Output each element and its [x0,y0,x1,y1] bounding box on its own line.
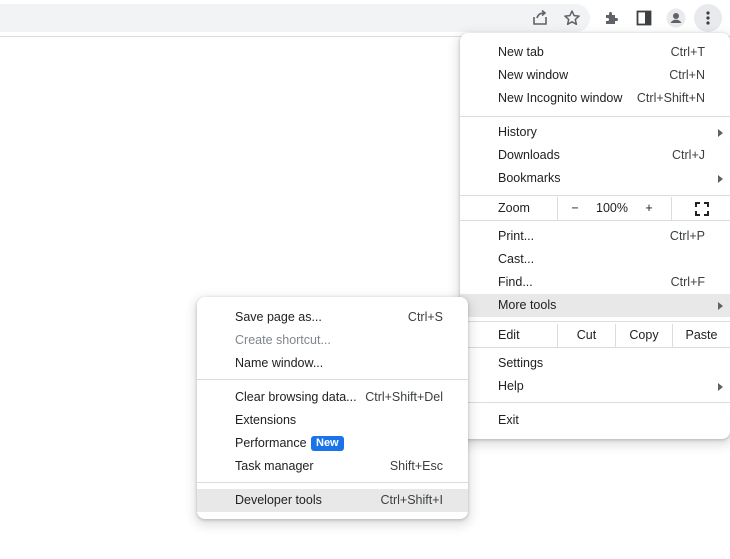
menu-item-more-tools[interactable]: More tools [460,294,730,317]
menu-item-performance[interactable]: Performance New [197,432,468,455]
menu-item-print[interactable]: Print... Ctrl+P [460,225,730,248]
new-window-label: New window [498,68,569,82]
menu-item-extensions[interactable]: Extensions [197,409,468,432]
find-shortcut: Ctrl+F [670,275,705,289]
edit-label: Edit [498,328,520,342]
history-label: History [498,125,537,139]
address-bar[interactable] [0,4,590,32]
browser-toolbar [0,0,730,36]
more-tools-label: More tools [498,298,557,312]
settings-label: Settings [498,356,544,370]
chrome-main-menu: New tab Ctrl+T New window Ctrl+N New Inc… [460,33,730,439]
new-incognito-label: New Incognito window [498,91,623,105]
profile-avatar-icon[interactable] [664,6,688,30]
new-incognito-shortcut: Ctrl+Shift+N [636,91,705,105]
menu-item-new-window[interactable]: New window Ctrl+N [460,64,730,87]
menu-item-save-page-as[interactable]: Save page as... Ctrl+S [197,306,468,329]
submenu-arrow-icon [718,175,723,183]
menu-separator [460,347,730,348]
extensions-puzzle-icon[interactable] [600,6,624,30]
submenu-arrow-icon [718,383,723,391]
developer-tools-label: Developer tools [235,493,322,507]
menu-separator [460,321,730,322]
menu-separator [460,116,730,117]
new-badge: New [311,436,344,451]
menu-item-new-tab[interactable]: New tab Ctrl+T [460,41,730,64]
menu-item-edit: Edit Cut Copy Paste [460,324,730,347]
more-menu-kebab-icon[interactable] [694,4,722,32]
downloads-shortcut: Ctrl+J [672,148,705,162]
menu-item-history[interactable]: History [460,121,730,144]
zoom-out-button[interactable]: − [560,197,590,220]
menu-item-new-incognito-window[interactable]: New Incognito window Ctrl+Shift+N [460,87,730,110]
more-tools-submenu: Save page as... Ctrl+S Create shortcut..… [197,297,468,519]
menu-item-cast[interactable]: Cast... [460,248,730,271]
name-window-label: Name window... [235,356,324,370]
create-shortcut-label: Create shortcut... [235,333,331,347]
menu-item-find[interactable]: Find... Ctrl+F [460,271,730,294]
menu-item-exit[interactable]: Exit [460,409,730,432]
task-manager-shortcut: Shift+Esc [389,459,443,473]
cut-button[interactable]: Cut [558,324,615,347]
zoom-divider [671,197,672,220]
menu-item-bookmarks[interactable]: Bookmarks [460,167,730,190]
clear-browsing-label: Clear browsing data... [235,390,357,404]
menu-item-create-shortcut[interactable]: Create shortcut... [197,329,468,352]
menu-separator [460,220,730,221]
cast-label: Cast... [498,252,535,266]
clear-browsing-shortcut: Ctrl+Shift+Del [365,390,443,404]
zoom-label: Zoom [498,201,530,215]
exit-label: Exit [498,413,519,427]
print-label: Print... [498,229,535,243]
developer-tools-shortcut: Ctrl+Shift+I [380,493,443,507]
print-shortcut: Ctrl+P [669,229,705,243]
task-manager-label: Task manager [235,459,314,473]
find-label: Find... [498,275,533,289]
copy-button[interactable]: Copy [616,324,672,347]
menu-item-clear-browsing-data[interactable]: Clear browsing data... Ctrl+Shift+Del [197,386,468,409]
submenu-arrow-icon [718,129,723,137]
save-page-label: Save page as... [235,310,322,324]
performance-label: Performance [235,436,307,450]
menu-item-developer-tools[interactable]: Developer tools Ctrl+Shift+I [197,489,468,512]
side-panel-icon[interactable] [632,6,656,30]
bookmark-star-icon[interactable] [560,6,584,30]
menu-item-downloads[interactable]: Downloads Ctrl+J [460,144,730,167]
menu-item-help[interactable]: Help [460,375,730,398]
menu-separator [197,482,468,483]
downloads-label: Downloads [498,148,560,162]
share-icon[interactable] [528,6,552,30]
zoom-in-button[interactable]: + [634,197,664,220]
fullscreen-icon[interactable] [674,197,730,220]
menu-item-name-window[interactable]: Name window... [197,352,468,375]
menu-item-zoom: Zoom − 100% + [460,197,730,220]
paste-button[interactable]: Paste [673,324,730,347]
menu-separator [460,402,730,403]
save-page-shortcut: Ctrl+S [407,310,443,324]
zoom-level: 100% [596,201,628,215]
extensions-label: Extensions [235,413,297,427]
zoom-divider [557,197,558,220]
menu-item-task-manager[interactable]: Task manager Shift+Esc [197,455,468,478]
help-label: Help [498,379,524,393]
menu-separator [197,379,468,380]
new-window-shortcut: Ctrl+N [669,68,705,82]
new-tab-label: New tab [498,45,544,59]
submenu-arrow-icon [718,302,723,310]
menu-item-settings[interactable]: Settings [460,352,730,375]
menu-separator [460,195,730,196]
bookmarks-label: Bookmarks [498,171,561,185]
new-tab-shortcut: Ctrl+T [670,45,705,59]
